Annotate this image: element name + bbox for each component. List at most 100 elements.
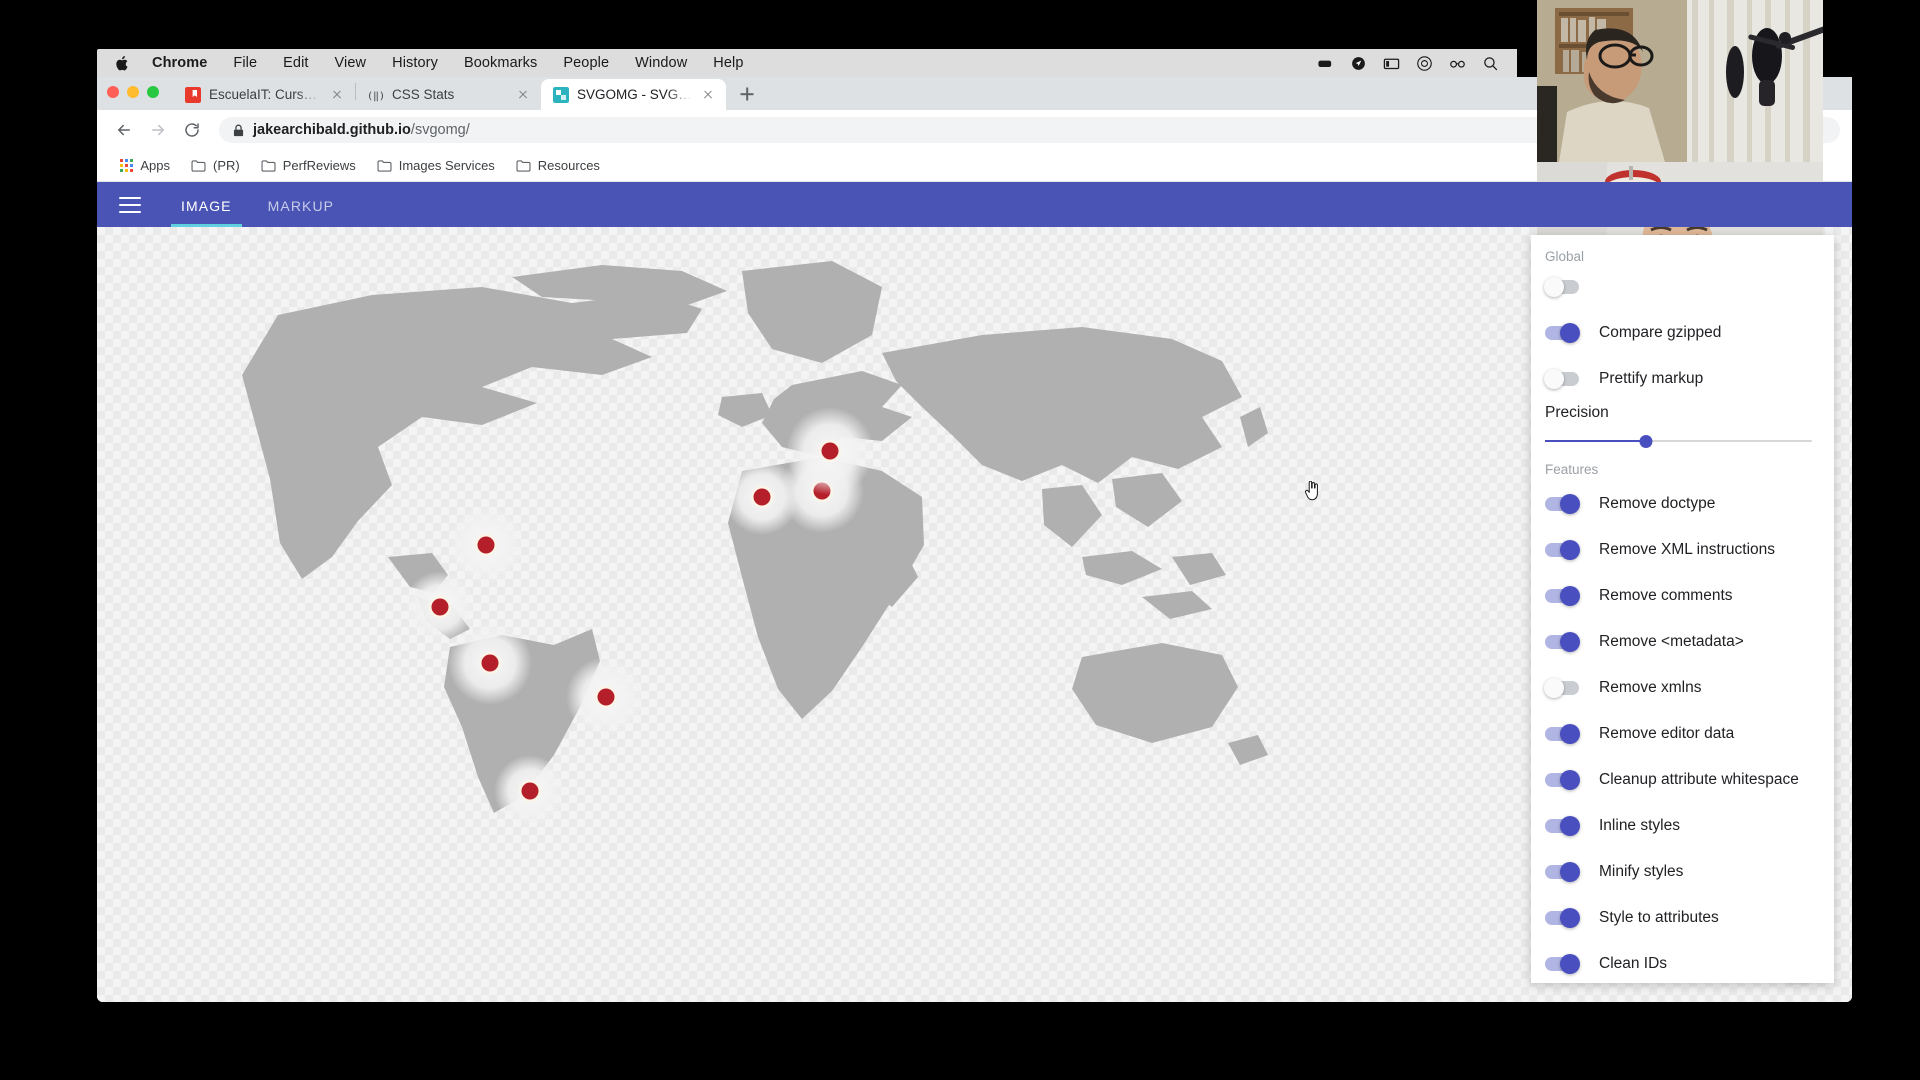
glasses-icon[interactable] bbox=[1449, 55, 1466, 72]
menu-window[interactable]: Window bbox=[622, 55, 700, 71]
new-tab-button[interactable] bbox=[733, 80, 761, 108]
feature-label: Inline styles bbox=[1599, 817, 1680, 834]
menu-edit[interactable]: Edit bbox=[270, 55, 321, 71]
tab-close-button[interactable] bbox=[515, 87, 531, 103]
bookmark-perfreviews[interactable]: PerfReviews bbox=[252, 155, 365, 176]
browser-tab-css-stats[interactable]: (‖) CSS Stats bbox=[356, 79, 541, 110]
webcam-top bbox=[1537, 0, 1823, 162]
prettify-markup-row[interactable]: Prettify markup bbox=[1531, 356, 1834, 402]
show-original-toggle-row[interactable] bbox=[1531, 264, 1834, 310]
map-marker bbox=[494, 755, 566, 827]
precision-slider-track[interactable] bbox=[1545, 434, 1812, 448]
feature-label: Minify styles bbox=[1599, 863, 1684, 880]
compare-gzipped-row[interactable]: Compare gzipped bbox=[1531, 310, 1834, 356]
apple-logo-icon[interactable] bbox=[115, 55, 130, 72]
feature-toggle[interactable] bbox=[1545, 908, 1580, 928]
precision-slider-fill bbox=[1545, 440, 1647, 442]
hamburger-menu-icon[interactable] bbox=[119, 197, 141, 213]
map-marker bbox=[446, 505, 526, 585]
lock-icon bbox=[233, 124, 244, 136]
menu-history[interactable]: History bbox=[379, 55, 451, 71]
bookmark-apps[interactable]: Apps bbox=[111, 155, 179, 176]
compare-gzipped-toggle[interactable] bbox=[1545, 323, 1580, 343]
feature-row[interactable]: Remove editor data bbox=[1531, 711, 1834, 757]
browser-tab-svgomg[interactable]: SVGOMG - SVGO's Missing GU bbox=[541, 79, 726, 110]
feature-row[interactable]: Inline styles bbox=[1531, 803, 1834, 849]
macos-menu-bar: Chrome File Edit View History Bookmarks … bbox=[97, 49, 1517, 77]
forward-button[interactable] bbox=[143, 115, 173, 145]
bookmark-pr[interactable]: (PR) bbox=[182, 155, 249, 176]
feature-toggle[interactable] bbox=[1545, 586, 1580, 606]
feature-row[interactable]: Minify styles bbox=[1531, 849, 1834, 895]
menu-file[interactable]: File bbox=[220, 55, 270, 71]
feature-row[interactable]: Remove <metadata> bbox=[1531, 619, 1834, 665]
feature-toggle[interactable] bbox=[1545, 540, 1580, 560]
feature-label: Remove doctype bbox=[1599, 495, 1716, 512]
show-original-toggle[interactable] bbox=[1544, 277, 1579, 297]
svg-preview-canvas[interactable]: 25.22k → 20.28k 80.41% bbox=[97, 227, 1852, 1002]
feature-row[interactable]: Remove XML instructions bbox=[1531, 527, 1834, 573]
feature-toggle[interactable] bbox=[1544, 678, 1579, 698]
world-map-preview bbox=[182, 257, 1312, 827]
close-window-button[interactable] bbox=[107, 86, 119, 98]
tab-close-button[interactable] bbox=[700, 87, 716, 103]
feature-row[interactable]: Style to attributes bbox=[1531, 895, 1834, 941]
menu-help[interactable]: Help bbox=[700, 55, 756, 71]
feature-label: Style to attributes bbox=[1599, 909, 1719, 926]
tab-image[interactable]: IMAGE bbox=[163, 198, 250, 227]
feature-toggle[interactable] bbox=[1545, 862, 1580, 882]
feature-toggle[interactable] bbox=[1545, 494, 1580, 514]
feature-row[interactable]: Clean IDs bbox=[1531, 941, 1834, 983]
display-icon[interactable] bbox=[1383, 55, 1400, 72]
location-arrow-icon[interactable] bbox=[1350, 55, 1367, 72]
tab-title: EscuelaIT: Cursos online de De bbox=[209, 87, 321, 102]
feature-toggle[interactable] bbox=[1545, 724, 1580, 744]
bookmark-resources[interactable]: Resources bbox=[507, 155, 609, 176]
prettify-markup-toggle[interactable] bbox=[1544, 369, 1579, 389]
reload-button[interactable] bbox=[177, 115, 207, 145]
menu-view[interactable]: View bbox=[322, 55, 380, 71]
feature-label: Clean IDs bbox=[1599, 955, 1668, 972]
tabs-container: EscuelaIT: Cursos online de De (‖) CSS S… bbox=[173, 79, 761, 110]
map-marker bbox=[448, 621, 532, 705]
features-section-heading: Features bbox=[1545, 462, 1599, 477]
chrome-browser-window: EscuelaIT: Cursos online de De (‖) CSS S… bbox=[97, 77, 1852, 1002]
feature-label: Remove XML instructions bbox=[1599, 541, 1776, 558]
feature-toggle[interactable] bbox=[1545, 816, 1580, 836]
menu-bookmarks[interactable]: Bookmarks bbox=[451, 55, 550, 71]
precision-slider-thumb[interactable] bbox=[1639, 434, 1653, 448]
tab-close-button[interactable] bbox=[329, 87, 345, 103]
browser-tab-escuelait[interactable]: EscuelaIT: Cursos online de De bbox=[173, 79, 355, 110]
svgomg-favicon-icon bbox=[553, 86, 569, 103]
maximize-window-button[interactable] bbox=[147, 86, 159, 98]
svg-text:(‖): (‖) bbox=[368, 91, 384, 102]
feature-row[interactable]: Remove xmlns bbox=[1531, 665, 1834, 711]
feature-row[interactable]: Remove comments bbox=[1531, 573, 1834, 619]
bookmark-images-services[interactable]: Images Services bbox=[368, 155, 504, 176]
apps-grid-icon bbox=[120, 158, 134, 173]
feature-row[interactable]: Remove doctype bbox=[1531, 481, 1834, 527]
menu-chrome[interactable]: Chrome bbox=[139, 55, 220, 71]
tab-markup[interactable]: MARKUP bbox=[250, 198, 353, 227]
app-bar: IMAGE MARKUP bbox=[97, 182, 1852, 227]
precision-slider-row[interactable]: Precision bbox=[1531, 402, 1834, 448]
menu-people[interactable]: People bbox=[550, 55, 622, 71]
feature-toggle[interactable] bbox=[1545, 632, 1580, 652]
precision-label: Precision bbox=[1545, 404, 1609, 421]
landmasses bbox=[242, 261, 1268, 813]
feature-toggle[interactable] bbox=[1545, 770, 1580, 790]
feature-label: Remove xmlns bbox=[1599, 679, 1702, 696]
map-marker bbox=[566, 657, 646, 737]
battery-icon[interactable] bbox=[1317, 55, 1334, 72]
minimize-window-button[interactable] bbox=[127, 86, 139, 98]
screen-root: Chrome File Edit View History Bookmarks … bbox=[0, 0, 1920, 1080]
url-origin: jakearchibald.github.io bbox=[253, 122, 411, 138]
compare-gzipped-label: Compare gzipped bbox=[1599, 324, 1722, 341]
feature-row[interactable]: Cleanup attribute whitespace bbox=[1531, 757, 1834, 803]
creative-cloud-icon[interactable] bbox=[1416, 55, 1433, 72]
tab-title: CSS Stats bbox=[392, 87, 455, 102]
spotlight-search-icon[interactable] bbox=[1482, 55, 1499, 72]
feature-toggle[interactable] bbox=[1545, 954, 1580, 974]
app-tabs: IMAGE MARKUP bbox=[163, 182, 352, 227]
back-button[interactable] bbox=[109, 115, 139, 145]
